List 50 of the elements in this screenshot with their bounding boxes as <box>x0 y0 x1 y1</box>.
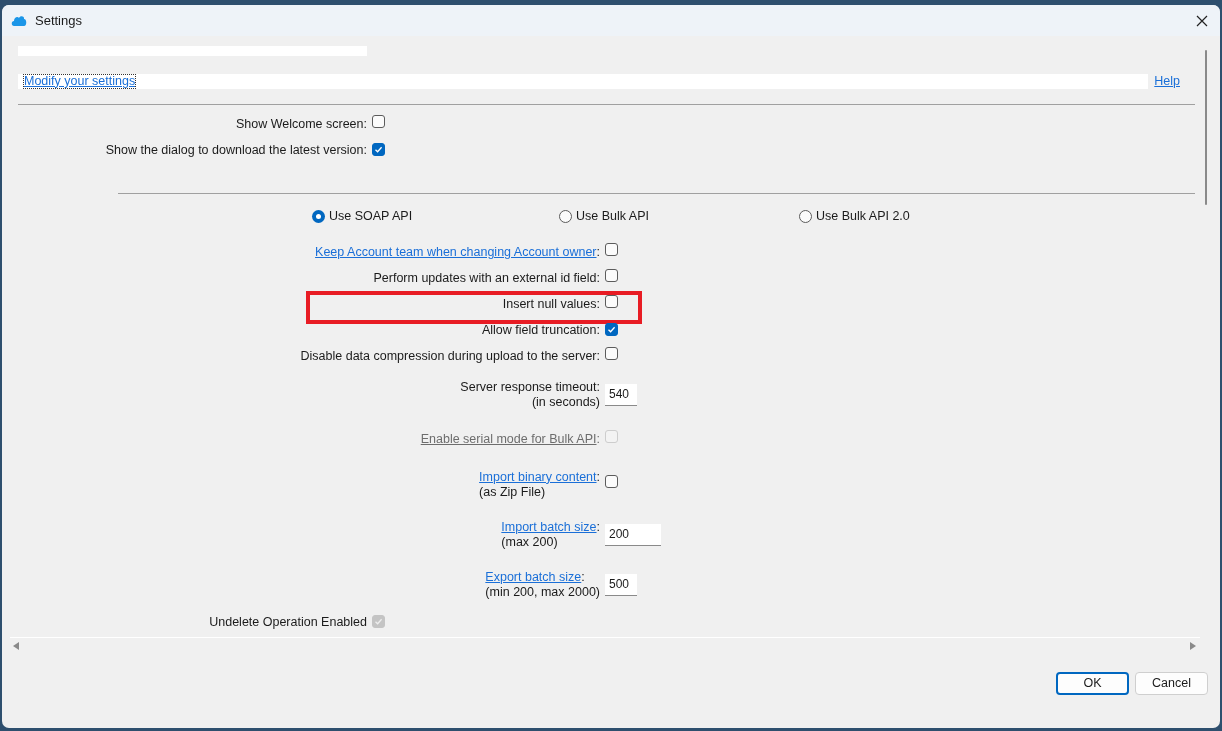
checkbox[interactable] <box>605 243 618 257</box>
checkbox[interactable] <box>605 475 618 489</box>
left-arrow-icon[interactable] <box>13 642 19 650</box>
window-title: Settings <box>35 11 82 30</box>
option-note: (max 200) <box>501 534 558 550</box>
cloud-icon <box>11 15 27 26</box>
scroll-thumb[interactable] <box>1205 50 1207 205</box>
checkbox[interactable] <box>605 295 618 309</box>
dialog-button[interactable]: OK <box>1056 672 1129 695</box>
checkbox[interactable] <box>605 347 618 361</box>
right-arrow-icon[interactable] <box>1190 642 1196 650</box>
option-link[interactable]: Keep Account team when changing Account owner <box>315 245 597 260</box>
number-field[interactable]: 500 <box>605 573 637 596</box>
checkbox[interactable] <box>605 323 618 337</box>
option-label: Show Welcome screen: <box>234 116 367 134</box>
checkbox[interactable] <box>372 143 385 157</box>
option-label: Allow field truncation: <box>481 323 600 338</box>
radio-button[interactable] <box>312 210 325 224</box>
option-label: Perform updates with an external id field: <box>373 271 600 286</box>
option-label: Server response timeout: <box>460 379 600 394</box>
help-link[interactable]: Help <box>1154 72 1180 91</box>
colon: : <box>596 245 600 260</box>
check-icon <box>607 325 616 335</box>
checkbox[interactable] <box>605 269 618 283</box>
colon: : <box>596 469 600 484</box>
number-field[interactable]: 200 <box>605 523 661 546</box>
radio-option[interactable]: Use Bulk API 2.0 <box>799 207 910 227</box>
colon: : <box>581 569 585 584</box>
colon: : <box>596 519 600 534</box>
close-icon <box>1196 14 1208 27</box>
option-note: (as Zip File) <box>479 484 546 500</box>
option-link[interactable]: Import batch size <box>501 519 597 534</box>
dialog-button[interactable]: Cancel <box>1135 672 1208 695</box>
radio-button[interactable] <box>799 210 812 224</box>
radio-option[interactable]: Use Bulk API <box>559 207 799 227</box>
option-label: Undelete Operation Enabled <box>208 614 367 632</box>
colon: : <box>596 432 600 447</box>
option-link[interactable]: Import binary content <box>479 469 597 484</box>
option-note: (min 200, max 2000) <box>485 584 600 600</box>
check-icon <box>374 145 383 155</box>
radio-button[interactable] <box>559 210 572 224</box>
option-label: Show the dialog to download the latest version: <box>104 142 367 160</box>
option-label: Disable data compression during upload to the server: <box>300 349 600 364</box>
checkbox[interactable] <box>372 115 385 129</box>
radio-option[interactable]: Use SOAP API <box>312 207 559 227</box>
option-note: (in seconds) <box>531 394 600 410</box>
number-field[interactable]: 540 <box>605 383 637 406</box>
check-icon <box>374 617 383 627</box>
option-label: Insert null values: <box>502 297 600 312</box>
modify-settings-link[interactable]: Modify your settings <box>24 74 136 88</box>
